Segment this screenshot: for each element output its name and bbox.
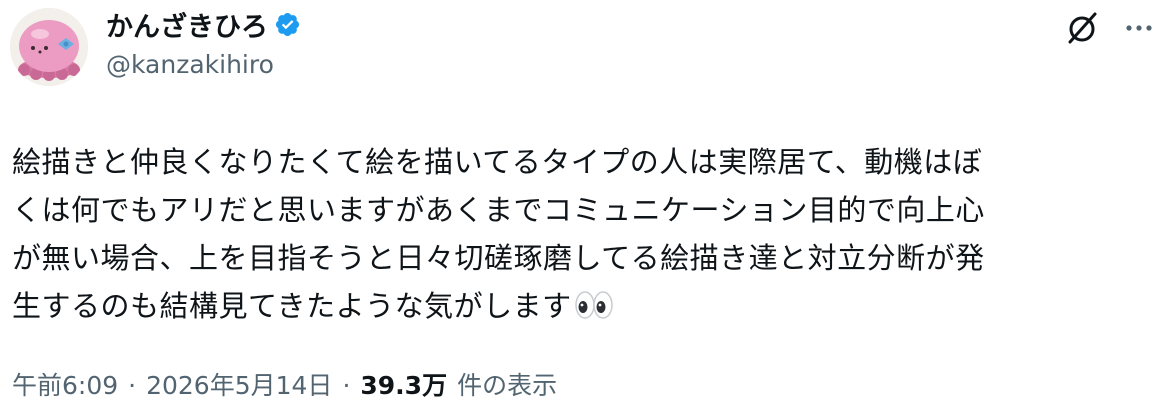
author-name-row: かんざきひろ (106, 5, 301, 44)
post-text-line: が無い場合、上を目指そうと日々切磋琢磨してる絵描き達と対立分断が発 (12, 241, 985, 275)
post-text: 絵描きと仲良くなりたくて絵を描いてるタイプの人は実際居て、動機はぼ くは何でもア… (12, 138, 1162, 330)
author-avatar[interactable] (10, 8, 88, 86)
eyes-emoji-icon (574, 291, 613, 319)
author-display-name[interactable]: かんざきひろ (106, 5, 268, 44)
header-actions (1062, 8, 1156, 48)
octopus-avatar-icon (10, 8, 88, 86)
post-text-line: 絵描きと仲良くなりたくて絵を描いてるタイプの人は実際居て、動機はぼ (12, 145, 983, 179)
post-text-line: くは何でもアリだと思いますがあくまでコミュニケーション目的で向上心 (12, 193, 985, 227)
views-label: 件の表示 (457, 371, 558, 400)
grok-icon[interactable] (1062, 8, 1102, 48)
post-text-line: 生するのも結構見てきたような気がします (12, 289, 572, 323)
meta-separator: · (128, 371, 137, 400)
post-time[interactable]: 午前6:09 (12, 366, 118, 402)
verified-badge-icon[interactable] (274, 11, 301, 38)
post-date[interactable]: 2026年5月14日 (146, 366, 332, 402)
post-meta: 午前6:09 · 2026年5月14日 · 39.3万 件の表示 (12, 366, 557, 402)
meta-separator: · (342, 371, 351, 400)
more-options-icon[interactable] (1122, 11, 1156, 45)
views-count[interactable]: 39.3万 (360, 366, 447, 402)
tweet-card: かんざきひろ @kanzakihiro 絵描きと仲良くなりたくて絵を描いてるタイ… (0, 0, 1168, 408)
author-handle[interactable]: @kanzakihiro (106, 50, 274, 79)
post-text-line-last: 生するのも結構見てきたような気がします (12, 282, 1162, 330)
